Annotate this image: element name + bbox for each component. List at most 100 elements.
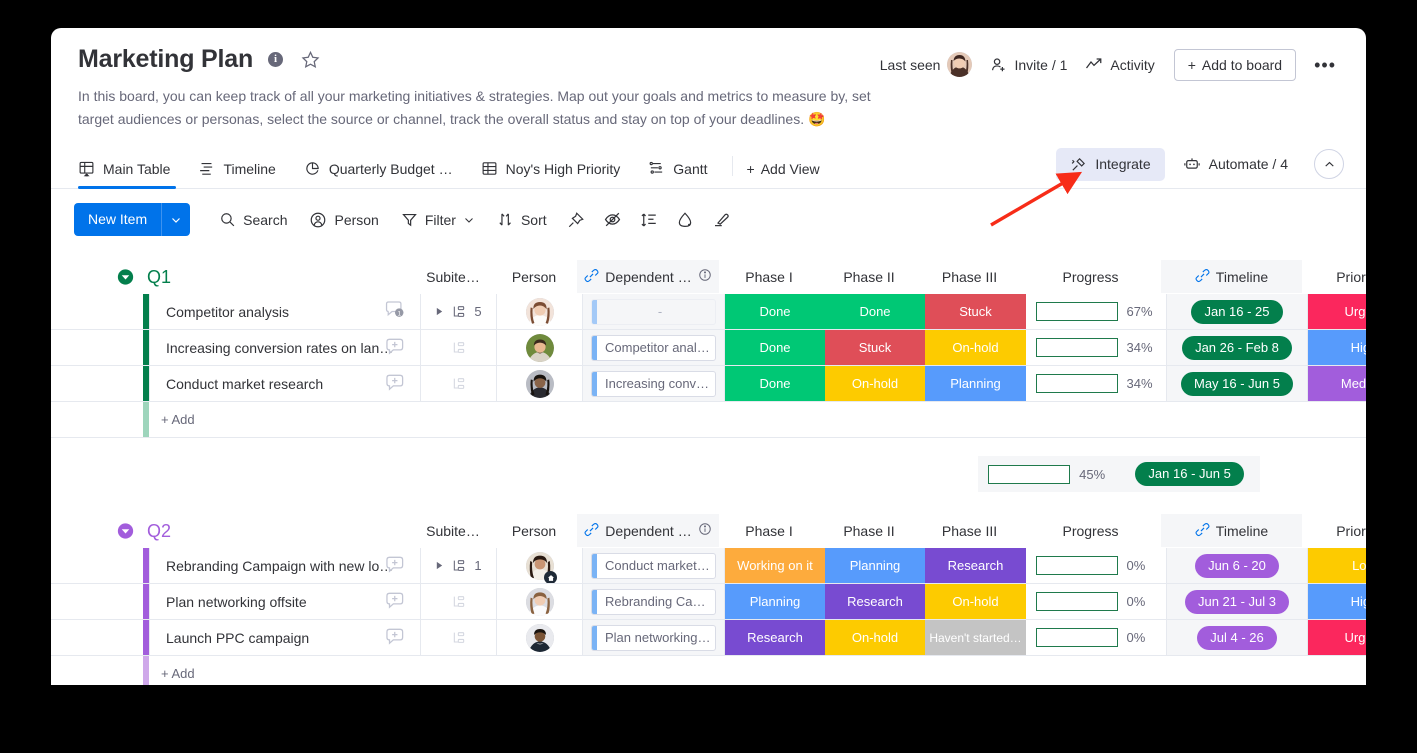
status-badge[interactable]: High [1308, 584, 1366, 619]
col-dependent[interactable]: Dependent … [577, 260, 719, 293]
timeline-chip[interactable]: Jun 6 - 20 [1195, 553, 1279, 578]
status-phase3[interactable]: Haven't started… [925, 620, 1026, 655]
new-item-button[interactable]: New Item [74, 203, 191, 236]
tab-gantt[interactable]: Gantt [634, 160, 721, 188]
chat-badge-icon[interactable]: 1 [384, 299, 406, 324]
last-seen[interactable]: Last seen [871, 46, 982, 83]
invite-button[interactable]: Invite / 1 [981, 50, 1076, 79]
col-person[interactable]: Person [491, 514, 577, 547]
dependent-cell[interactable]: Increasing conv… [583, 366, 725, 401]
hide-icon[interactable] [594, 203, 631, 236]
col-progress[interactable]: Progress [1020, 514, 1161, 547]
chat-add-icon[interactable] [384, 371, 406, 396]
chat-add-icon[interactable] [384, 625, 406, 650]
timeline-chip[interactable]: May 16 - Jun 5 [1181, 371, 1293, 396]
status-phase1[interactable]: Working on it [725, 548, 825, 583]
status-phase3[interactable]: Research [925, 548, 1026, 583]
row-name-cell[interactable]: Plan networking offsite [149, 584, 421, 619]
dependent-cell[interactable]: Competitor anal… [583, 330, 725, 365]
info-circle-icon[interactable] [698, 268, 712, 285]
status-phase2[interactable]: On-hold [825, 620, 925, 655]
col-dependent[interactable]: Dependent … [577, 514, 719, 547]
status-badge[interactable]: High [1308, 330, 1366, 365]
col-progress[interactable]: Progress [1020, 260, 1161, 293]
tab-quarterly-budget[interactable]: Quarterly Budget … [290, 160, 467, 188]
automate-button[interactable]: Automate / 4 [1169, 147, 1302, 181]
timeline-chip[interactable]: Jan 26 - Feb 8 [1182, 335, 1292, 360]
timeline-chip[interactable]: Jul 4 - 26 [1197, 625, 1277, 650]
progress-cell[interactable]: 0% [1026, 620, 1167, 655]
add-item-row[interactable]: + Add [51, 402, 1366, 438]
timeline-cell[interactable]: Jun 6 - 20 [1167, 548, 1308, 583]
person-cell[interactable] [497, 330, 583, 365]
subitems-cell[interactable]: 5 [421, 294, 497, 329]
subitems-cell[interactable] [421, 620, 497, 655]
timeline-cell[interactable]: Jan 26 - Feb 8 [1167, 330, 1308, 365]
timeline-chip[interactable]: Jan 16 - 25 [1191, 299, 1283, 324]
status-phase1[interactable]: Done [725, 294, 825, 329]
row-name-cell[interactable]: Rebranding Campaign with new lo… [149, 548, 421, 583]
table-row[interactable]: Competitor analysis 1 5 - Done Done Stuc… [51, 294, 1366, 330]
col-priority[interactable]: Priority [1302, 514, 1366, 547]
person-cell[interactable] [497, 620, 583, 655]
col-phase3[interactable]: Phase III [919, 260, 1020, 293]
chevron-down-icon[interactable] [161, 203, 191, 236]
status-phase2[interactable]: Research [825, 584, 925, 619]
status-phase2[interactable]: On-hold [825, 366, 925, 401]
add-to-board-button[interactable]: + Add to board [1173, 48, 1297, 81]
table-row[interactable]: Launch PPC campaign Plan networking… Res… [51, 620, 1366, 656]
person-cell[interactable] [497, 294, 583, 329]
color-icon[interactable] [667, 204, 703, 236]
row-name-cell[interactable]: Launch PPC campaign [149, 620, 421, 655]
collapse-header-button[interactable] [1314, 149, 1344, 179]
person-cell[interactable] [497, 548, 583, 583]
search-button[interactable]: Search [208, 205, 298, 234]
col-person[interactable]: Person [491, 260, 577, 293]
row-height-icon[interactable] [631, 204, 667, 236]
person-filter-button[interactable]: Person [298, 205, 389, 235]
filter-button[interactable]: Filter [390, 205, 486, 234]
col-subitems[interactable]: Subite… [415, 514, 491, 547]
table-row[interactable]: Rebranding Campaign with new lo… 1 Condu… [51, 548, 1366, 584]
highlight-icon[interactable] [703, 204, 739, 236]
col-priority[interactable]: Priority [1302, 260, 1366, 293]
more-options-icon[interactable]: ••• [1296, 56, 1342, 74]
subitems-cell[interactable]: 1 [421, 548, 497, 583]
status-phase1[interactable]: Done [725, 366, 825, 401]
progress-cell[interactable]: 0% [1026, 548, 1167, 583]
activity-button[interactable]: Activity [1076, 50, 1163, 80]
subitems-cell[interactable] [421, 584, 497, 619]
info-icon[interactable]: i [268, 51, 284, 67]
dependent-cell[interactable]: Rebranding Ca… [583, 584, 725, 619]
dependent-cell[interactable]: Plan networking… [583, 620, 725, 655]
subitems-cell[interactable] [421, 330, 497, 365]
col-phase1[interactable]: Phase I [719, 514, 819, 547]
status-badge[interactable]: Urgent [1308, 620, 1366, 655]
status-phase3[interactable]: Stuck [925, 294, 1026, 329]
integrate-button[interactable]: Integrate [1056, 147, 1165, 181]
status-phase1[interactable]: Done [725, 330, 825, 365]
col-phase1[interactable]: Phase I [719, 260, 819, 293]
status-badge[interactable]: Low [1308, 548, 1366, 583]
status-badge[interactable]: Medium [1308, 366, 1366, 401]
row-name-cell[interactable]: Increasing conversion rates on lan… [149, 330, 421, 365]
person-cell[interactable] [497, 366, 583, 401]
status-phase1[interactable]: Planning [725, 584, 825, 619]
info-circle-icon[interactable] [698, 522, 712, 539]
timeline-cell[interactable]: Jun 21 - Jul 3 [1167, 584, 1308, 619]
status-phase1[interactable]: Research [725, 620, 825, 655]
progress-cell[interactable]: 34% [1026, 366, 1167, 401]
table-row[interactable]: Plan networking offsite Rebranding Ca… P… [51, 584, 1366, 620]
progress-cell[interactable]: 0% [1026, 584, 1167, 619]
col-timeline[interactable]: Timeline [1161, 514, 1302, 547]
table-row[interactable]: Increasing conversion rates on lan… Comp… [51, 330, 1366, 366]
row-name-cell[interactable]: Competitor analysis 1 [149, 294, 421, 329]
tab-main-table[interactable]: Main Table [78, 160, 184, 189]
add-view-button[interactable]: + Add View [737, 161, 830, 188]
person-cell[interactable] [497, 584, 583, 619]
progress-cell[interactable]: 67% [1026, 294, 1167, 329]
avatar[interactable] [947, 52, 973, 77]
dependent-cell[interactable]: - [583, 294, 725, 329]
col-phase2[interactable]: Phase II [819, 260, 919, 293]
row-name-cell[interactable]: Conduct market research [149, 366, 421, 401]
